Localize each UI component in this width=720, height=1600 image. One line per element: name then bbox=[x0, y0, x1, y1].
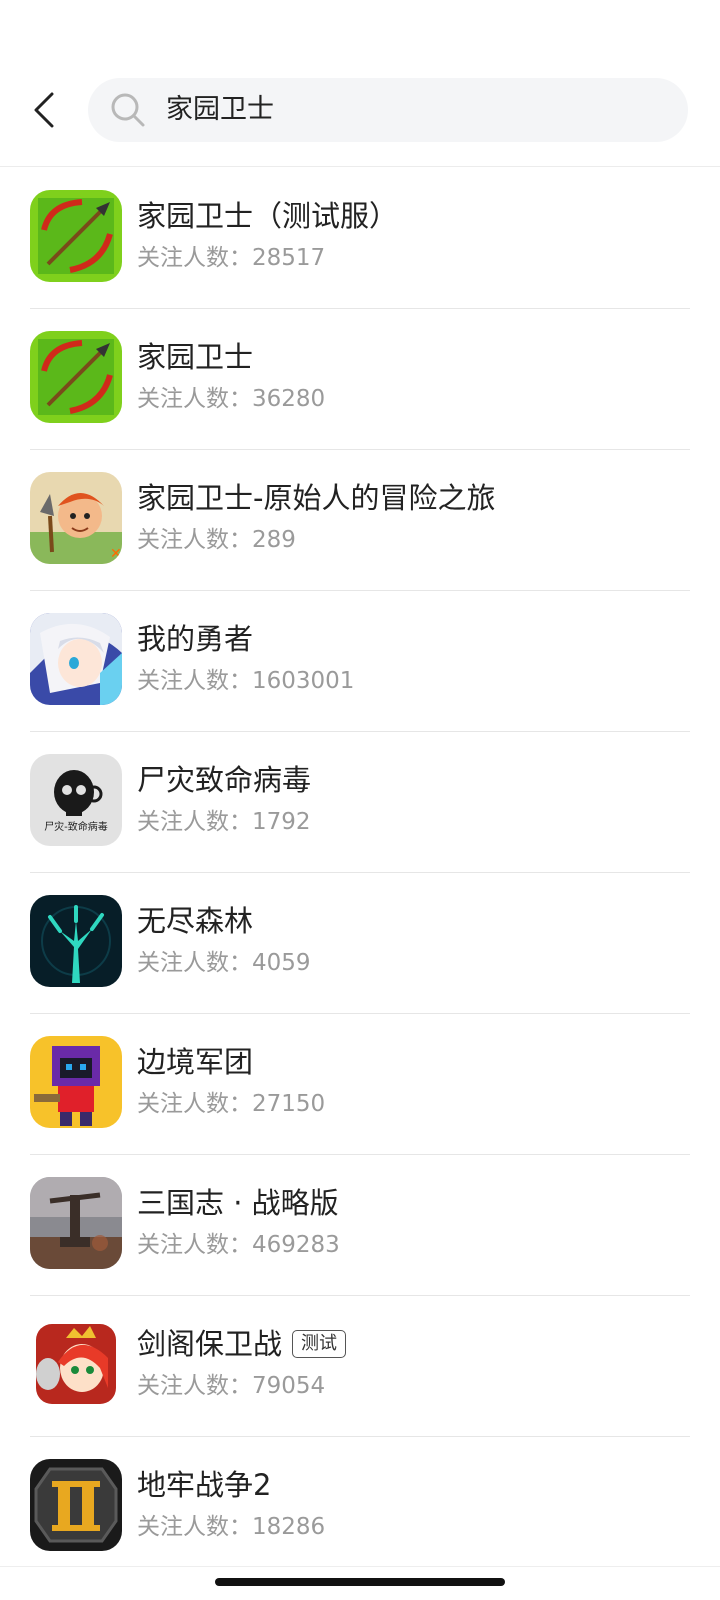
glowing-tree-icon bbox=[30, 895, 122, 987]
search-icon bbox=[111, 93, 145, 127]
caveman-icon: ✕ bbox=[30, 472, 122, 564]
test-badge: 测试 bbox=[292, 1330, 347, 1358]
result-item[interactable]: ✕ 家园卫士-原始人的冒险之旅 关注人数：289 bbox=[0, 450, 720, 591]
search-input[interactable]: 家园卫士 bbox=[88, 78, 688, 142]
skull-icon: 尸灾-致命病毒 bbox=[30, 754, 122, 846]
result-item[interactable]: 边境军团 关注人数：27150 bbox=[0, 1014, 720, 1155]
follower-count: 关注人数：27150 bbox=[137, 1091, 326, 1117]
app-name: 家园卫士（测试服） bbox=[137, 199, 399, 233]
app-name: 三国志 · 战略版 bbox=[137, 1186, 339, 1220]
roman-two-icon bbox=[30, 1459, 122, 1551]
app-name: 剑阁保卫战 bbox=[137, 1327, 283, 1361]
follower-count: 关注人数：36280 bbox=[137, 386, 326, 412]
home-indicator[interactable] bbox=[215, 1578, 505, 1586]
siege-battle-icon bbox=[30, 1177, 122, 1269]
divider bbox=[0, 1566, 720, 1567]
svg-text:✕: ✕ bbox=[110, 545, 122, 561]
result-item[interactable]: 无尽森林 关注人数：4059 bbox=[0, 873, 720, 1014]
divider bbox=[0, 166, 720, 167]
back-button[interactable] bbox=[24, 84, 76, 136]
chevron-left-icon bbox=[34, 92, 54, 128]
bow-arrow-icon bbox=[30, 190, 122, 282]
search-query: 家园卫士 bbox=[166, 94, 274, 125]
app-name: 家园卫士-原始人的冒险之旅 bbox=[137, 481, 496, 515]
app-name: 尸灾致命病毒 bbox=[137, 763, 312, 797]
follower-count: 关注人数：289 bbox=[137, 527, 296, 553]
app-name: 边境军团 bbox=[137, 1045, 254, 1079]
result-item[interactable]: 家园卫士 关注人数：36280 bbox=[0, 309, 720, 450]
follower-count: 关注人数：1603001 bbox=[137, 668, 355, 694]
search-header: 家园卫士 bbox=[0, 78, 720, 142]
app-name: 我的勇者 bbox=[137, 622, 254, 656]
result-list: 家园卫士（测试服） 关注人数：28517 家园卫士 关注人数：36280 ✕ 家… bbox=[0, 168, 720, 1578]
app-name: 家园卫士 bbox=[137, 340, 254, 374]
app-name: 地牢战争2 bbox=[137, 1468, 272, 1502]
pixel-knight-icon bbox=[30, 1036, 122, 1128]
follower-count: 关注人数：1792 bbox=[137, 809, 311, 835]
icon-caption: 尸灾-致命病毒 bbox=[44, 820, 108, 833]
follower-count: 关注人数：4059 bbox=[137, 950, 311, 976]
follower-count: 关注人数：28517 bbox=[137, 245, 326, 271]
result-item[interactable]: 家园卫士（测试服） 关注人数：28517 bbox=[0, 168, 720, 309]
follower-count: 关注人数：18286 bbox=[137, 1514, 326, 1540]
follower-count: 关注人数：79054 bbox=[137, 1373, 326, 1399]
result-item[interactable]: 三国志 · 战略版 关注人数：469283 bbox=[0, 1155, 720, 1296]
result-item[interactable]: 地牢战争2 关注人数：18286 bbox=[0, 1437, 720, 1578]
result-item[interactable]: 剑阁保卫战 测试 关注人数：79054 bbox=[0, 1296, 720, 1437]
anime-hero-icon bbox=[30, 613, 122, 705]
result-item[interactable]: 尸灾-致命病毒 尸灾致命病毒 关注人数：1792 bbox=[0, 732, 720, 873]
bow-arrow-icon bbox=[30, 331, 122, 423]
result-item[interactable]: 我的勇者 关注人数：1603001 bbox=[0, 591, 720, 732]
follower-count: 关注人数：469283 bbox=[137, 1232, 340, 1258]
warrior-girl-icon bbox=[30, 1318, 122, 1410]
app-name: 无尽森林 bbox=[137, 904, 254, 938]
